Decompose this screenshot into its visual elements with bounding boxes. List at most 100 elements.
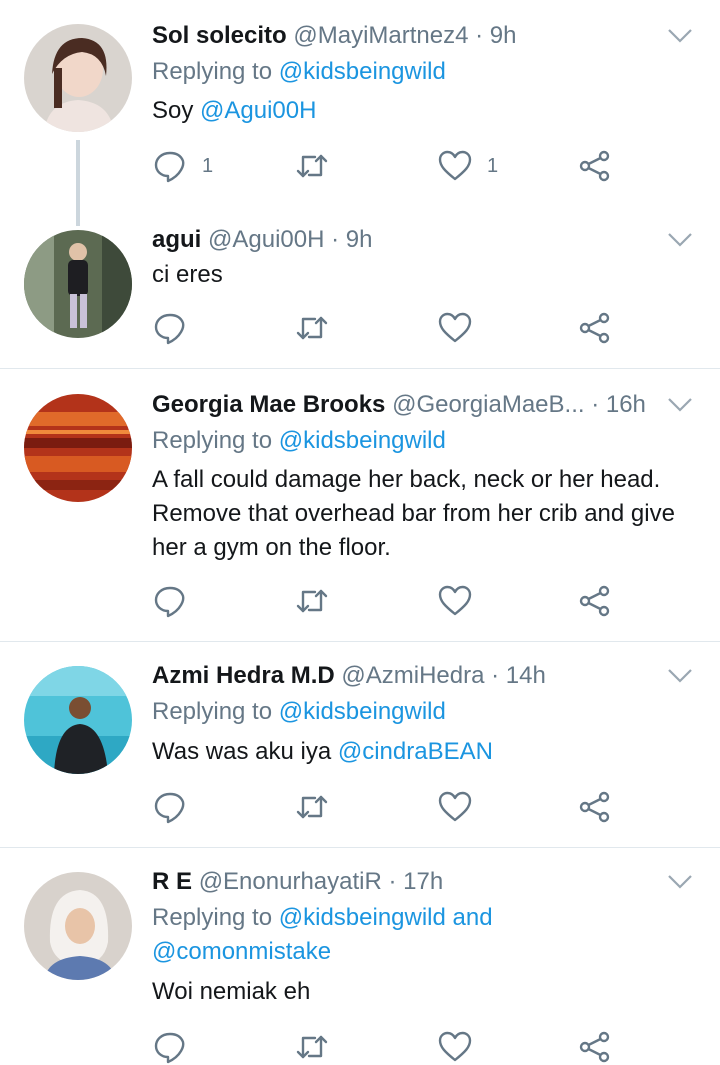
- timestamp[interactable]: · 14h: [491, 662, 546, 689]
- heart-icon: [438, 791, 472, 822]
- avatar[interactable]: [24, 872, 132, 980]
- chevron-down-icon: [668, 398, 692, 412]
- tweet-text-line: her a gym on the floor.: [152, 534, 391, 561]
- replying-to-mention[interactable]: @kidsbeingwild and: [279, 904, 493, 931]
- retweet-button[interactable]: [294, 146, 330, 186]
- replying-to-mention[interactable]: @comonmistake: [152, 935, 493, 969]
- retweet-button[interactable]: [294, 1027, 330, 1065]
- heart-icon: [438, 312, 472, 343]
- avatar[interactable]: [24, 24, 132, 132]
- retweet-arrows-icon: [296, 1035, 328, 1059]
- action-bar: [152, 581, 632, 621]
- replying-to-mention[interactable]: @kidsbeingwild: [279, 427, 446, 454]
- timestamp[interactable]: · 16h: [591, 391, 646, 418]
- tweet-mention[interactable]: @Agui00H: [200, 97, 316, 124]
- tweet-text-prefix: Soy: [152, 97, 194, 124]
- share-nodes-icon: [579, 312, 610, 344]
- action-bar: 1 1: [152, 146, 632, 186]
- chevron-down-icon: [668, 233, 692, 247]
- avatar[interactable]: [24, 230, 132, 338]
- replying-to-label: Replying to: [152, 427, 273, 454]
- share-button[interactable]: [577, 308, 613, 348]
- tweet-header: agui @Agui00H · 9h: [152, 222, 652, 258]
- replying-to: Replying to @kidsbeingwild: [152, 55, 446, 89]
- tweet-text-prefix: Was was aku iya: [152, 738, 332, 765]
- tweet-text: Soy @Agui00H: [152, 94, 697, 128]
- like-button[interactable]: [437, 308, 473, 348]
- timestamp[interactable]: · 9h: [475, 22, 516, 49]
- replying-to: Replying to @kidsbeingwild and @comonmis…: [152, 901, 493, 969]
- display-name[interactable]: agui: [152, 226, 201, 253]
- share-button[interactable]: [577, 787, 613, 827]
- tweet-header: Georgia Mae Brooks @GeorgiaMaeB... · 16h: [152, 387, 652, 423]
- tweet-card[interactable]: Georgia Mae Brooks @GeorgiaMaeB... · 16h…: [0, 369, 720, 641]
- display-name[interactable]: Sol solecito: [152, 22, 287, 49]
- reply-button[interactable]: [152, 308, 188, 348]
- reply-button[interactable]: [152, 787, 188, 827]
- tweet-text: ci eres: [152, 261, 223, 288]
- share-button[interactable]: [577, 146, 613, 186]
- tweet-menu-button[interactable]: [666, 26, 694, 46]
- replying-to-label: Replying to: [152, 58, 273, 85]
- share-nodes-icon: [579, 150, 610, 182]
- tweet-text: Woi nemiak eh: [152, 978, 311, 1005]
- user-handle[interactable]: @GeorgiaMaeB...: [392, 391, 584, 418]
- timestamp[interactable]: · 17h: [389, 868, 444, 895]
- chevron-down-icon: [668, 669, 692, 683]
- tweet-text-line: Remove that overhead bar from her crib a…: [152, 500, 675, 527]
- retweet-arrows-icon: [296, 795, 328, 819]
- heart-icon: [438, 150, 472, 181]
- retweet-button[interactable]: [294, 787, 330, 827]
- tweet-menu-button[interactable]: [666, 395, 694, 415]
- retweet-arrows-icon: [296, 589, 328, 613]
- replying-to-mention[interactable]: @kidsbeingwild: [279, 698, 446, 725]
- tweet-mention[interactable]: @cindraBEAN: [338, 738, 493, 765]
- share-button[interactable]: [577, 581, 613, 621]
- reply-count: 1: [202, 154, 214, 177]
- heart-icon: [438, 1031, 472, 1062]
- speech-bubble-icon: [154, 586, 185, 618]
- user-handle[interactable]: @AzmiHedra: [341, 662, 484, 689]
- avatar[interactable]: [24, 394, 132, 502]
- like-button[interactable]: [437, 581, 473, 621]
- tweet-text: A fall could damage her back, neck or he…: [152, 463, 697, 565]
- like-button[interactable]: [437, 1027, 473, 1065]
- replying-to: Replying to @kidsbeingwild: [152, 424, 446, 458]
- like-button[interactable]: 1: [437, 146, 498, 186]
- tweet-card[interactable]: Sol solecito @MayiMartnez4 · 9h Replying…: [0, 0, 720, 226]
- display-name[interactable]: R E: [152, 868, 192, 895]
- heart-icon: [438, 585, 472, 616]
- tweet-text: Was was aku iya @cindraBEAN: [152, 735, 697, 769]
- display-name[interactable]: Azmi Hedra M.D: [152, 662, 335, 689]
- user-handle[interactable]: @MayiMartnez4: [293, 22, 468, 49]
- tweet-card[interactable]: Azmi Hedra M.D @AzmiHedra · 14h Replying…: [0, 642, 720, 847]
- tweet-card[interactable]: R E @EnonurhayatiR · 17h Replying to @ki…: [0, 848, 720, 1065]
- share-nodes-icon: [579, 791, 610, 823]
- retweet-button[interactable]: [294, 581, 330, 621]
- action-bar: [152, 308, 632, 348]
- user-handle[interactable]: @Agui00H: [208, 226, 324, 253]
- tweet-menu-button[interactable]: [666, 230, 694, 250]
- like-button[interactable]: [437, 787, 473, 827]
- retweet-arrows-icon: [296, 316, 328, 340]
- share-button[interactable]: [577, 1027, 613, 1065]
- tweet-card[interactable]: agui @Agui00H · 9h ci eres: [0, 210, 720, 368]
- tweet-header: Sol solecito @MayiMartnez4 · 9h: [152, 18, 652, 54]
- tweet-menu-button[interactable]: [666, 666, 694, 686]
- action-bar: [152, 787, 632, 827]
- user-handle[interactable]: @EnonurhayatiR: [199, 868, 382, 895]
- speech-bubble-icon: [154, 1032, 185, 1064]
- speech-bubble-icon: [154, 151, 185, 183]
- avatar[interactable]: [24, 666, 132, 774]
- timestamp[interactable]: · 9h: [331, 226, 372, 253]
- reply-button[interactable]: [152, 581, 188, 621]
- display-name[interactable]: Georgia Mae Brooks: [152, 391, 385, 418]
- reply-button[interactable]: 1: [152, 146, 213, 186]
- replying-to-mention[interactable]: @kidsbeingwild: [279, 58, 446, 85]
- retweet-arrows-icon: [296, 154, 328, 178]
- tweet-menu-button[interactable]: [666, 872, 694, 892]
- retweet-button[interactable]: [294, 308, 330, 348]
- action-bar: [152, 1027, 632, 1065]
- speech-bubble-icon: [154, 792, 185, 824]
- reply-button[interactable]: [152, 1027, 188, 1065]
